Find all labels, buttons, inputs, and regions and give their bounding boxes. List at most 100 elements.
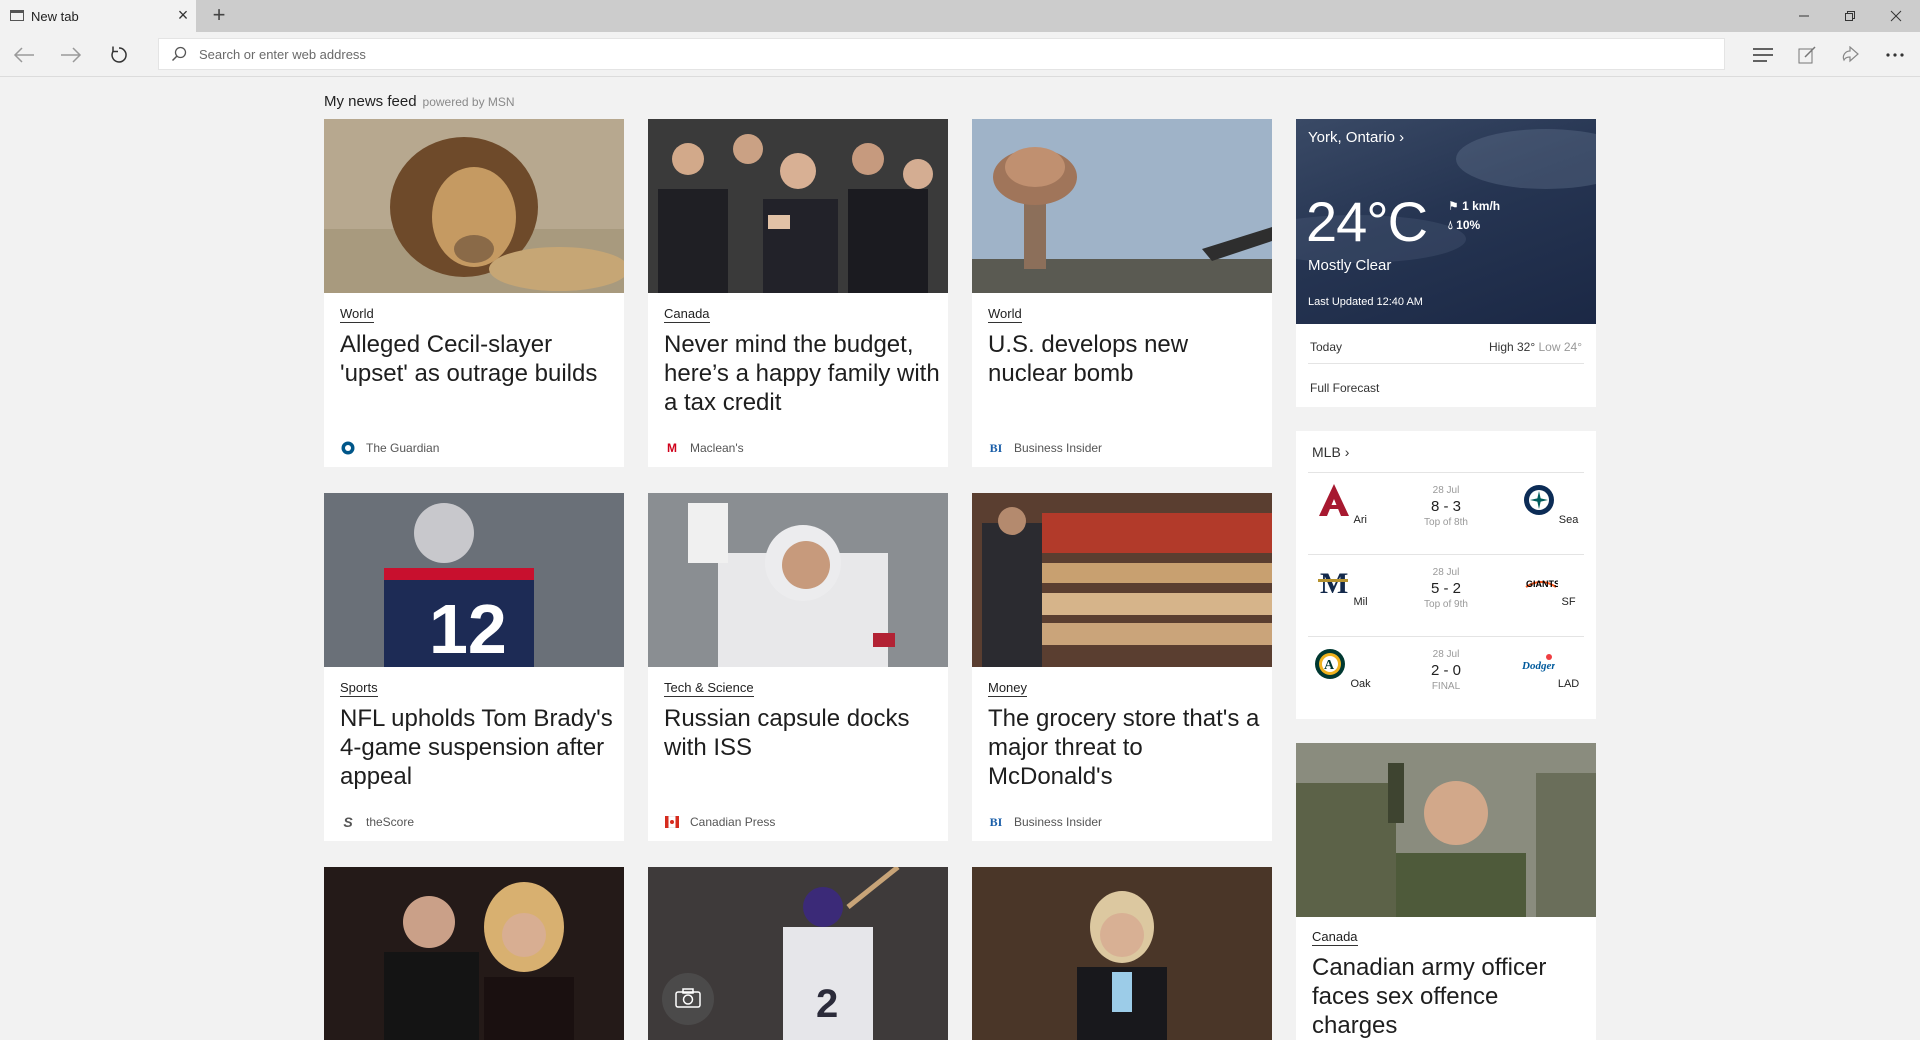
mariners-logo-icon <box>1523 485 1554 515</box>
card-source: BI Business Insider <box>988 440 1102 456</box>
card-category[interactable]: Canada <box>1312 929 1358 946</box>
high-temp: High 32° <box>1488 340 1536 354</box>
lion-photo <box>324 119 624 293</box>
close-window-icon[interactable] <box>1873 0 1919 32</box>
source-name: Canadian Press <box>690 815 776 829</box>
mlb-scores-widget[interactable]: MLB › Ari 28 Jul 8 - 3 Top of 8th Sea M Mi… <box>1296 431 1596 719</box>
tab-title: New tab <box>31 9 79 24</box>
card-headline[interactable]: Alleged Cecil-slayer 'upset' as outrage … <box>340 330 616 388</box>
feed-title: My news feed <box>324 93 417 110</box>
card-headline[interactable]: The grocery store that's a major threat … <box>988 704 1264 791</box>
couple-photo <box>324 867 624 1040</box>
weather-updated: Last Updated 12:40 AM <box>1308 296 1423 308</box>
svg-text:GIANTS: GIANTS <box>1526 579 1558 589</box>
weather-temperature: 24°C <box>1306 190 1428 253</box>
canadian-press-logo-icon <box>664 814 680 830</box>
new-tab-plus-icon[interactable]: + <box>208 4 230 26</box>
game-row[interactable]: Ari 28 Jul 8 - 3 Top of 8th Sea <box>1308 472 1584 554</box>
away-team: Ari <box>1312 483 1372 526</box>
svg-text:12: 12 <box>429 590 507 667</box>
game-score: 28 Jul 2 - 0 FINAL <box>1430 649 1461 692</box>
camera-icon[interactable] <box>674 987 702 1014</box>
game-row[interactable]: M Mil 28 Jul 5 - 2 Top of 9th GIANTS SF <box>1308 554 1584 636</box>
refresh-icon[interactable] <box>104 40 134 70</box>
brewers-logo-icon: M <box>1318 567 1349 600</box>
weather-condition: Mostly Clear <box>1308 257 1392 274</box>
address-bar[interactable] <box>158 38 1725 70</box>
card-source: M Maclean's <box>664 440 744 456</box>
away-team: A Oak <box>1312 647 1372 690</box>
news-card[interactable] <box>972 867 1272 1040</box>
card-category[interactable]: Canada <box>664 306 710 323</box>
guardian-logo-icon <box>340 440 356 456</box>
news-card[interactable]: Canada Never mind the budget, here’s a h… <box>648 119 948 467</box>
news-card[interactable]: Tech & Science Russian capsule docks wit… <box>648 493 948 841</box>
mlb-header[interactable]: MLB › <box>1312 444 1349 460</box>
baseball-batter-photo: 2 <box>648 867 948 1040</box>
home-team: Dodgers LAD <box>1520 647 1580 690</box>
thescore-logo-icon: S <box>343 814 353 830</box>
tab-new-tab[interactable]: New tab × <box>0 0 196 32</box>
game-row[interactable]: A Oak 28 Jul2 - 0FINAL Dodgers LAD <box>1308 636 1584 718</box>
news-card[interactable]: World Alleged Cecil-slayer 'upset' as ou… <box>324 119 624 467</box>
card-source: BI Business Insider <box>988 814 1102 830</box>
card-category[interactable]: World <box>988 306 1022 323</box>
search-input[interactable] <box>199 43 1699 65</box>
card-category[interactable]: Money <box>988 680 1028 697</box>
precipitation: 💧︎ 10% <box>1448 218 1481 232</box>
web-note-icon[interactable] <box>1790 39 1824 71</box>
restore-icon[interactable] <box>1827 0 1873 32</box>
card-headline[interactable]: U.S. develops new nuclear bomb <box>988 330 1264 388</box>
grocery-store-photo <box>972 493 1272 667</box>
chevron-right-icon: › <box>1399 129 1405 146</box>
card-category[interactable]: Tech & Science <box>664 680 754 697</box>
low-temp: Low 24° <box>1538 340 1583 354</box>
weather-widget[interactable]: York, Ontario › 24°C ⚑ 1 km/h 💧︎ 10% Mos… <box>1296 119 1596 407</box>
share-icon[interactable] <box>1834 39 1868 71</box>
source-name: Business Insider <box>1014 815 1103 829</box>
card-source: Canadian Press <box>664 814 775 830</box>
full-forecast-link[interactable]: Full Forecast <box>1310 381 1582 395</box>
card-category[interactable]: Sports <box>340 680 378 697</box>
card-source: S theScore <box>340 814 414 830</box>
svg-text:M: M <box>1320 567 1348 599</box>
navigation-bar <box>0 32 1920 77</box>
news-feed-header: My news feed powered by MSN <box>324 93 515 110</box>
source-name: theScore <box>366 815 415 829</box>
divider <box>1308 363 1584 364</box>
astronaut-photo <box>648 493 948 667</box>
side-news-card[interactable]: Canada Canadian army officer faces sex o… <box>1296 743 1596 1040</box>
game-score: 28 Jul 8 - 3 Top of 8th <box>1424 485 1468 528</box>
game-score: 28 Jul 5 - 2 Top of 9th <box>1424 567 1468 610</box>
dodgers-logo-icon: Dodgers <box>1521 654 1560 672</box>
news-card[interactable] <box>324 867 624 1040</box>
weather-location[interactable]: York, Ontario › <box>1308 129 1404 146</box>
card-headline[interactable]: NFL upholds Tom Brady's 4-game suspensio… <box>340 704 616 791</box>
hub-icon[interactable] <box>1746 39 1780 71</box>
card-source: The Guardian <box>340 440 439 456</box>
close-tab-icon[interactable]: × <box>174 6 192 24</box>
card-headline[interactable]: Never mind the budget, here’s a happy fa… <box>664 330 940 417</box>
news-card[interactable]: 2 <box>648 867 948 1040</box>
card-headline[interactable]: Russian capsule docks with ISS <box>664 704 940 762</box>
back-arrow-icon[interactable] <box>9 40 39 70</box>
search-icon <box>171 46 187 62</box>
news-card[interactable]: Money The grocery store that's a major t… <box>972 493 1272 841</box>
minimize-icon[interactable] <box>1781 0 1827 32</box>
news-card[interactable]: World U.S. develops new nuclear bomb BI … <box>972 119 1272 467</box>
football-player-photo: 12 <box>324 493 624 667</box>
business-insider-logo-icon: BI <box>989 814 1003 829</box>
tab-strip: New tab × + <box>0 0 1920 32</box>
card-category[interactable]: World <box>340 306 374 323</box>
svg-text:Dodgers: Dodgers <box>1521 660 1555 672</box>
svg-text:2: 2 <box>816 982 838 1026</box>
chevron-right-icon: › <box>1344 444 1350 460</box>
forward-arrow-icon[interactable] <box>56 40 86 70</box>
business-insider-logo-icon: BI <box>989 440 1003 455</box>
more-icon[interactable] <box>1878 39 1912 71</box>
news-card[interactable]: 12 Sports NFL upholds Tom Brady's 4-game… <box>324 493 624 841</box>
source-name: The Guardian <box>366 441 440 455</box>
weather-today-row: Today High 32° Low 24° <box>1310 340 1582 354</box>
svg-text:A: A <box>1324 658 1335 673</box>
card-headline[interactable]: Canadian army officer faces sex offence … <box>1312 953 1588 1040</box>
